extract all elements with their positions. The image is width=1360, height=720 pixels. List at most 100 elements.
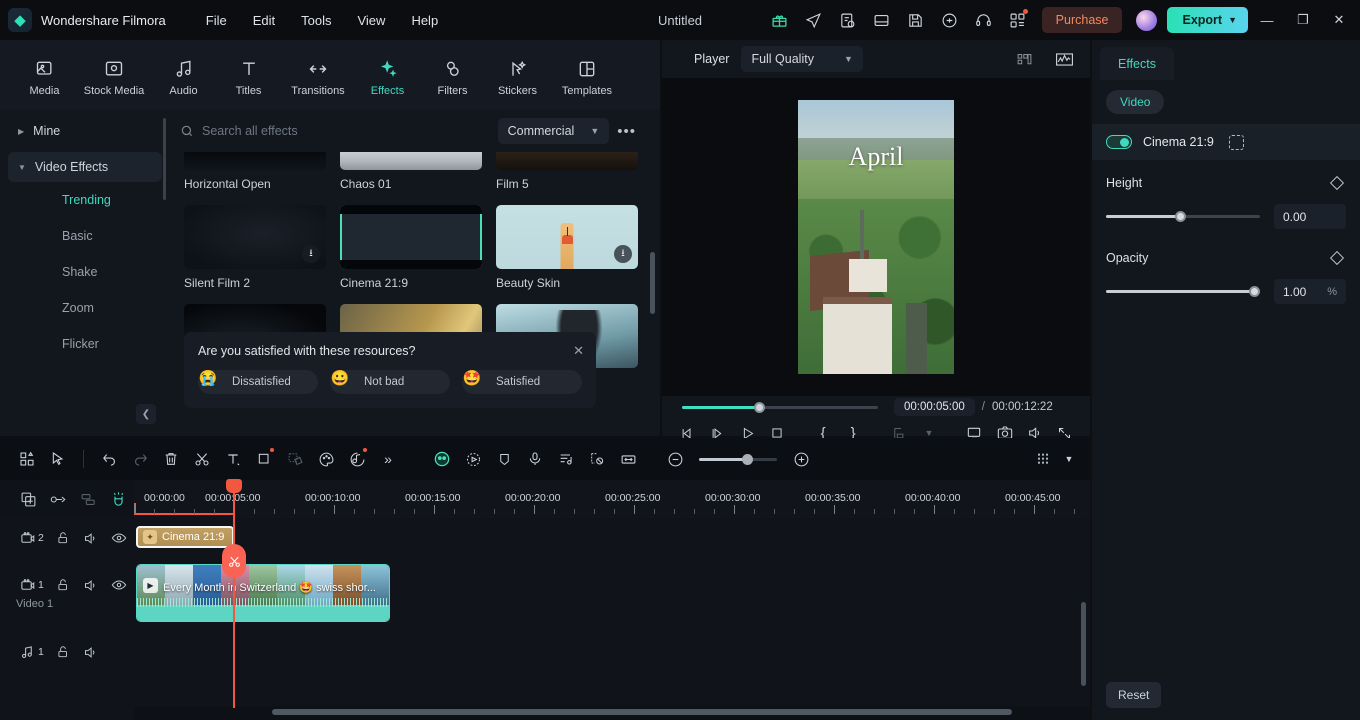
voiceover-icon[interactable]: [520, 445, 550, 473]
keyframe-icon[interactable]: [1329, 250, 1345, 266]
user-avatar[interactable]: [1136, 9, 1158, 31]
mute-icon[interactable]: [78, 639, 104, 665]
menu-view[interactable]: View: [345, 8, 397, 33]
category-item-basic[interactable]: Basic: [0, 218, 170, 254]
mute-icon[interactable]: [78, 572, 104, 598]
motion-tracking-icon[interactable]: [458, 445, 488, 473]
collapse-sidebar-button[interactable]: ❮: [136, 404, 156, 424]
category-item-trending[interactable]: Trending: [0, 182, 170, 218]
select-icon[interactable]: [43, 445, 73, 473]
feedback-option-not-bad[interactable]: 😀 Not bad: [330, 370, 450, 394]
apps-icon[interactable]: [1002, 4, 1034, 36]
seek-slider[interactable]: [682, 401, 878, 413]
effects-grid-scrollbar[interactable]: [650, 252, 655, 314]
category-item-zoom[interactable]: Zoom: [0, 290, 170, 326]
lock-icon[interactable]: [50, 639, 76, 665]
color-icon[interactable]: [311, 445, 341, 473]
mask-icon[interactable]: [280, 445, 310, 473]
height-value-field[interactable]: 0.00: [1274, 204, 1346, 229]
effect-card-cinema-21-9[interactable]: Cinema 21:9: [340, 205, 482, 290]
playhead[interactable]: [222, 479, 246, 708]
text-icon[interactable]: [218, 445, 248, 473]
link-icon[interactable]: [44, 486, 72, 512]
category-item-flicker[interactable]: Flicker: [0, 326, 170, 362]
mode-effects[interactable]: Effects: [359, 54, 416, 97]
keyframe-icon[interactable]: [1329, 175, 1345, 191]
keyframe-icon[interactable]: [489, 445, 519, 473]
mode-stickers[interactable]: Stickers: [489, 54, 546, 97]
crop-icon[interactable]: [249, 445, 279, 473]
mute-icon[interactable]: [78, 525, 104, 551]
split-icon[interactable]: [187, 445, 217, 473]
playhead-handle[interactable]: [226, 479, 242, 493]
eye-icon[interactable]: [106, 525, 132, 551]
export-button[interactable]: Export ▼: [1167, 7, 1248, 33]
feedback-option-dissatisfied[interactable]: 😭 Dissatisfied: [198, 370, 318, 394]
lock-icon[interactable]: [50, 572, 76, 598]
clip-video-1[interactable]: ▶ Every Month in Switzerland 🤩 swiss sho…: [136, 564, 390, 622]
timeline-ruler[interactable]: 00:00:00 00:00:05:00 00:00:10:00 00:00:1…: [134, 480, 1090, 518]
menu-file[interactable]: File: [194, 8, 239, 33]
menu-help[interactable]: Help: [399, 8, 450, 33]
tab-effects[interactable]: Effects: [1100, 47, 1174, 80]
delete-icon[interactable]: [156, 445, 186, 473]
slider-handle[interactable]: [1175, 211, 1187, 222]
timeline-horizontal-scrollbar[interactable]: [272, 709, 1012, 715]
mode-transitions[interactable]: Transitions: [285, 54, 351, 97]
waveform-icon[interactable]: [1048, 43, 1080, 75]
opacity-value-field[interactable]: 1.00 %: [1274, 279, 1346, 304]
quality-dropdown[interactable]: Full Quality ▼: [741, 46, 863, 72]
zoom-in-button[interactable]: [786, 445, 816, 473]
split-at-playhead-button[interactable]: [222, 544, 246, 578]
zoom-out-button[interactable]: [660, 445, 690, 473]
search-input[interactable]: Search all effects: [180, 124, 498, 138]
menu-tools[interactable]: Tools: [289, 8, 343, 33]
template-icon[interactable]: [12, 445, 42, 473]
magnet-icon[interactable]: [104, 486, 132, 512]
tasklist-icon[interactable]: [832, 4, 864, 36]
clip-cinema-21-9[interactable]: ✦ Cinema 21:9: [136, 526, 234, 548]
effect-enable-toggle[interactable]: [1106, 135, 1132, 149]
zoom-handle[interactable]: [742, 453, 753, 465]
send-icon[interactable]: [798, 4, 830, 36]
height-slider[interactable]: [1106, 211, 1260, 222]
feedback-option-satisfied[interactable]: 🤩 Satisfied: [462, 370, 582, 394]
smart-cutout-icon[interactable]: [427, 445, 457, 473]
mode-audio[interactable]: Audio: [155, 54, 212, 97]
group-icon[interactable]: [74, 486, 102, 512]
chip-video[interactable]: Video: [1106, 90, 1165, 114]
chevron-down-icon[interactable]: ▼: [1060, 445, 1078, 473]
save-icon[interactable]: [900, 4, 932, 36]
opacity-slider[interactable]: [1106, 286, 1260, 297]
purchase-button[interactable]: Purchase: [1041, 7, 1123, 33]
headset-icon[interactable]: [968, 4, 1000, 36]
effect-card-silent-film-2[interactable]: ⭳ Silent Film 2: [184, 205, 326, 290]
timeline-vertical-scrollbar[interactable]: [1081, 602, 1086, 686]
green-screen-icon[interactable]: [582, 445, 612, 473]
mask-icon[interactable]: [1228, 134, 1244, 150]
redo-icon[interactable]: [125, 445, 155, 473]
beat-detect-icon[interactable]: [551, 445, 581, 473]
gift-icon[interactable]: [764, 4, 796, 36]
commercial-filter-dropdown[interactable]: Commercial ▼: [497, 118, 610, 144]
reset-button[interactable]: Reset: [1106, 682, 1162, 708]
mode-templates[interactable]: Templates: [554, 54, 620, 97]
timeline-zoom-slider[interactable]: [699, 453, 777, 465]
mode-filters[interactable]: Filters: [424, 54, 481, 97]
category-scrollbar[interactable]: [163, 118, 166, 200]
close-icon[interactable]: ✕: [573, 343, 584, 359]
video-preview[interactable]: April: [798, 100, 954, 374]
eye-icon[interactable]: [106, 572, 132, 598]
effect-card[interactable]: Film 5: [496, 152, 638, 191]
category-group-mine[interactable]: ▶ Mine: [8, 116, 162, 146]
mode-titles[interactable]: Titles: [220, 54, 277, 97]
effect-card[interactable]: Chaos 01: [340, 152, 482, 191]
grid-view-icon[interactable]: [1008, 43, 1040, 75]
menu-edit[interactable]: Edit: [241, 8, 287, 33]
more-options-button[interactable]: •••: [609, 123, 644, 140]
mode-media[interactable]: Media: [16, 54, 73, 97]
layout-icon[interactable]: [866, 4, 898, 36]
slider-handle[interactable]: [1249, 286, 1260, 297]
more-icon[interactable]: »: [373, 445, 403, 473]
mode-stock-media[interactable]: Stock Media: [81, 54, 147, 97]
